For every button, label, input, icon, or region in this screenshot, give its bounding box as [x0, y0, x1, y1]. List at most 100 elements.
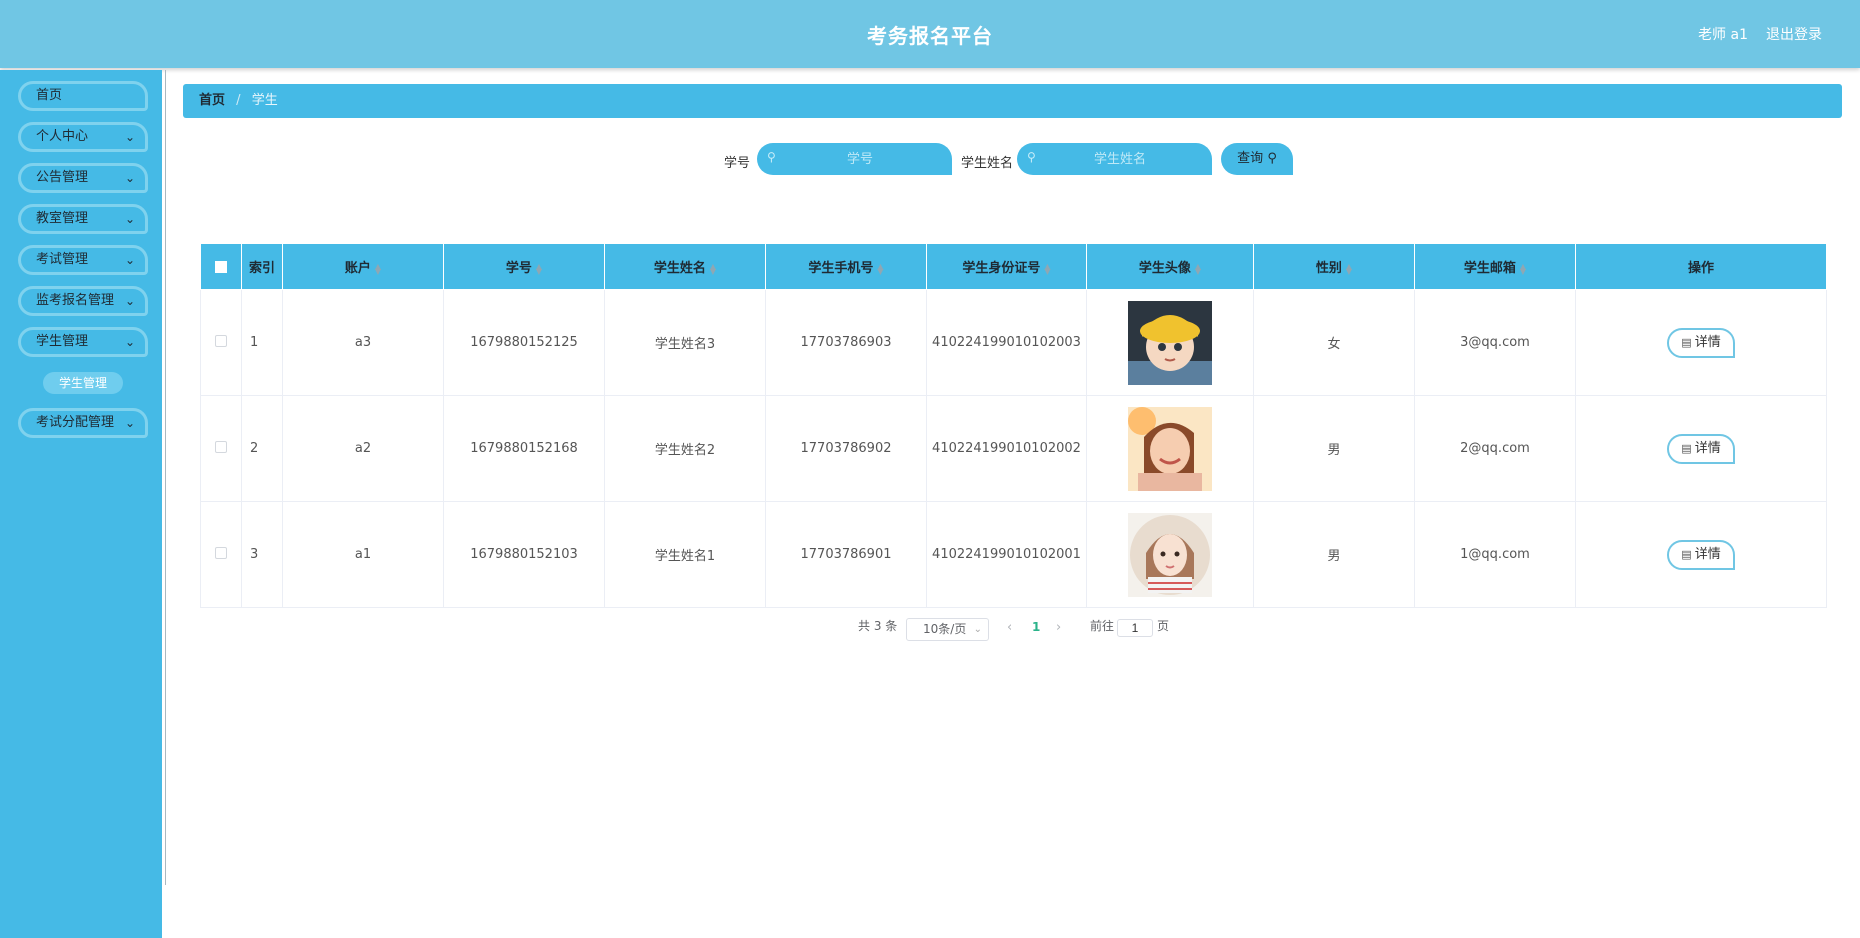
cell-gender: 女 [1253, 289, 1415, 396]
sidebar-item-label: 首页 [36, 88, 63, 103]
cell-student-name: 学生姓名1 [604, 501, 766, 608]
cell-student-id: 1679880152168 [443, 395, 605, 502]
select-all-header[interactable] [200, 243, 242, 290]
detail-button[interactable]: ▤ 详情 [1667, 327, 1735, 358]
cell-email: 1@qq.com [1414, 501, 1576, 608]
student-id-input[interactable] [785, 143, 935, 175]
sidebar-item-home[interactable]: 首页 [18, 81, 148, 111]
current-user: 老师 a1 [1698, 27, 1748, 43]
cell-student-name: 学生姓名3 [604, 289, 766, 396]
cell-account: a2 [282, 395, 444, 502]
col-id-card[interactable]: 学生身份证号 ▲ ▼ [926, 243, 1087, 290]
breadcrumb-current: 学生 [251, 93, 278, 108]
sort-icon[interactable]: ▲ ▼ [1044, 262, 1050, 275]
search-icon: ⚲ [1267, 151, 1277, 166]
col-gender[interactable]: 性别 ▲ ▼ [1253, 243, 1415, 290]
sidebar-item-label: 学生管理 [36, 334, 89, 349]
sort-icon[interactable]: ▲ ▼ [877, 262, 883, 275]
prev-page-icon[interactable]: ‹ [1007, 620, 1012, 635]
query-button[interactable]: 查询 ⚲ [1221, 143, 1293, 175]
avatar[interactable] [1128, 300, 1212, 385]
page-size-value: 10条/页 [923, 622, 967, 636]
sidebar-item-students[interactable]: 学生管理 ⌄ [18, 327, 148, 357]
cell-student-id: 1679880152125 [443, 289, 605, 396]
next-page-icon[interactable]: › [1056, 620, 1061, 635]
student-name-search[interactable]: ⚲ [1017, 143, 1212, 175]
cell-student-id: 1679880152103 [443, 501, 605, 608]
sort-icon[interactable]: ▲ ▼ [375, 262, 381, 275]
sidebar-item-label: 监考报名管理 [36, 293, 115, 308]
detail-button[interactable]: ▤ 详情 [1667, 539, 1735, 570]
row-select-cell[interactable] [200, 289, 242, 396]
col-gender-label: 性别 [1315, 261, 1342, 276]
search-icon: ⚲ [767, 150, 776, 164]
cell-avatar [1086, 395, 1254, 502]
detail-button[interactable]: ▤ 详情 [1667, 433, 1735, 464]
cell-actions: ▤ 详情 [1575, 395, 1827, 502]
sort-icon[interactable]: ▲ ▼ [1346, 262, 1352, 275]
sidebar-item-proctor-registration[interactable]: 监考报名管理 ⌄ [18, 286, 148, 316]
col-avatar[interactable]: 学生头像 ▲ ▼ [1086, 243, 1254, 290]
col-student-name[interactable]: 学生姓名 ▲ ▼ [604, 243, 766, 290]
cell-email: 3@qq.com [1414, 289, 1576, 396]
cell-id-card: 410224199010102002 [926, 395, 1087, 502]
sort-icon[interactable]: ▲ ▼ [1195, 262, 1201, 275]
cell-id-card: 410224199010102003 [926, 289, 1087, 396]
sort-icon[interactable]: ▲ ▼ [710, 262, 716, 275]
sidebar-item-classrooms[interactable]: 教室管理 ⌄ [18, 204, 148, 234]
students-table: 索引 账户 ▲ ▼ 学号 ▲ ▼ 学生姓名 ▲ ▼ 学生手机号 ▲ ▼ 学生身份证号 ▲ ▼ 学生头… [200, 243, 1827, 608]
sidebar-item-label: 教室管理 [36, 211, 89, 226]
avatar[interactable] [1128, 406, 1212, 491]
col-email-label: 学生邮箱 [1463, 261, 1516, 276]
sort-icon[interactable]: ▲ ▼ [1520, 262, 1526, 275]
document-icon: ▤ [1681, 335, 1692, 349]
detail-button-label: 详情 [1694, 334, 1721, 350]
row-checkbox[interactable] [215, 546, 227, 559]
sidebar-item-announcements[interactable]: 公告管理 ⌄ [18, 163, 148, 193]
sidebar-item-label: 考试分配管理 [36, 415, 115, 430]
logout-link[interactable]: 退出登录 [1766, 24, 1822, 44]
goto-page-input[interactable] [1117, 619, 1153, 637]
col-actions: 操作 [1575, 243, 1827, 290]
page-size-select[interactable]: 10条/页 ⌄ [906, 618, 989, 641]
breadcrumb-home[interactable]: 首页 [199, 93, 225, 108]
document-icon: ▤ [1681, 547, 1692, 561]
row-select-cell[interactable] [200, 395, 242, 502]
cell-account: a3 [282, 289, 444, 396]
top-header: 考务报名平台 老师 a1 退出登录 [0, 0, 1860, 68]
goto-label: 前往 [1090, 619, 1115, 633]
col-phone[interactable]: 学生手机号 ▲ ▼ [765, 243, 927, 290]
sort-icon[interactable]: ▲ ▼ [536, 262, 542, 275]
cell-account: a1 [282, 501, 444, 608]
cell-gender: 男 [1253, 501, 1415, 608]
cell-student-name: 学生姓名2 [604, 395, 766, 502]
student-id-search[interactable]: ⚲ [757, 143, 952, 175]
avatar[interactable] [1128, 512, 1212, 597]
page-number-current[interactable]: 1 [1032, 620, 1040, 634]
student-name-input[interactable] [1045, 143, 1195, 175]
sidebar-item-exam-allocation[interactable]: 考试分配管理 ⌄ [18, 408, 148, 438]
row-checkbox[interactable] [215, 440, 227, 453]
col-id-card-label: 学生身份证号 [962, 261, 1041, 276]
select-all-checkbox[interactable] [215, 260, 227, 273]
page-suffix: 页 [1157, 619, 1170, 633]
student-id-label: 学号 [724, 156, 751, 171]
query-button-label: 查询 [1237, 151, 1264, 166]
search-icon: ⚲ [1027, 150, 1036, 164]
submenu-item-student-management[interactable]: 学生管理 [43, 372, 123, 394]
chevron-down-icon: ⌄ [973, 624, 982, 635]
col-student-id[interactable]: 学号 ▲ ▼ [443, 243, 605, 290]
sidebar-item-exams[interactable]: 考试管理 ⌄ [18, 245, 148, 275]
table-row: 2 a2 1679880152168 学生姓名2 17703786902 410… [200, 395, 1827, 502]
cell-index: 3 [241, 501, 283, 608]
sidebar-item-personal-center[interactable]: 个人中心 ⌄ [18, 122, 148, 152]
row-select-cell[interactable] [200, 501, 242, 608]
chevron-down-icon: ⌄ [124, 171, 135, 185]
row-checkbox[interactable] [215, 334, 227, 347]
col-email[interactable]: 学生邮箱 ▲ ▼ [1414, 243, 1576, 290]
col-student-name-label: 学生姓名 [653, 261, 706, 276]
cell-avatar [1086, 289, 1254, 396]
table-header-row: 索引 账户 ▲ ▼ 学号 ▲ ▼ 学生姓名 ▲ ▼ 学生手机号 ▲ ▼ 学生身份证号 ▲ ▼ 学生头… [200, 243, 1827, 290]
col-avatar-label: 学生头像 [1138, 261, 1191, 276]
col-account[interactable]: 账户 ▲ ▼ [282, 243, 444, 290]
